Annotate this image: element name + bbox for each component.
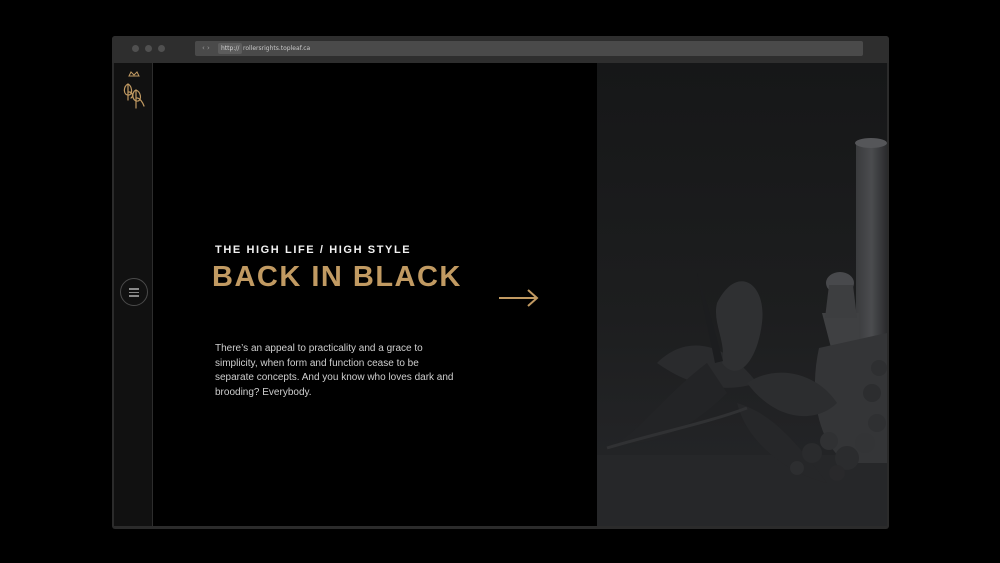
protocol-badge: http:// <box>218 43 243 54</box>
url-text[interactable]: rollersrights.topleaf.ca <box>243 43 310 54</box>
hero-section: THE HIGH LIFE / HIGH STYLE BACK IN BLACK… <box>153 63 597 526</box>
browser-titlebar: ‹ › http:// rollersrights.topleaf.ca <box>112 36 889 63</box>
hero-body-text: There’s an appeal to practicality and a … <box>215 343 454 398</box>
address-bar[interactable]: ‹ › http:// rollersrights.topleaf.ca <box>195 41 863 56</box>
arrow-right-icon[interactable] <box>498 288 540 308</box>
page-title: BACK IN BLACK <box>212 261 462 293</box>
rr-crown-monogram-icon[interactable] <box>119 70 149 112</box>
page-viewport: THE HIGH LIFE / HIGH STYLE BACK IN BLACK… <box>114 63 887 526</box>
window-close-button[interactable] <box>132 45 139 52</box>
still-life-image <box>597 138 887 526</box>
hamburger-menu-icon[interactable] <box>120 278 148 306</box>
back-forward-icon[interactable]: ‹ › <box>202 43 210 54</box>
browser-window: ‹ › http:// rollersrights.topleaf.ca THE… <box>112 36 889 529</box>
window-minimize-button[interactable] <box>145 45 152 52</box>
window-maximize-button[interactable] <box>158 45 165 52</box>
sidebar <box>114 63 153 526</box>
product-photo <box>597 63 887 526</box>
section-eyebrow: THE HIGH LIFE / HIGH STYLE <box>215 244 412 256</box>
